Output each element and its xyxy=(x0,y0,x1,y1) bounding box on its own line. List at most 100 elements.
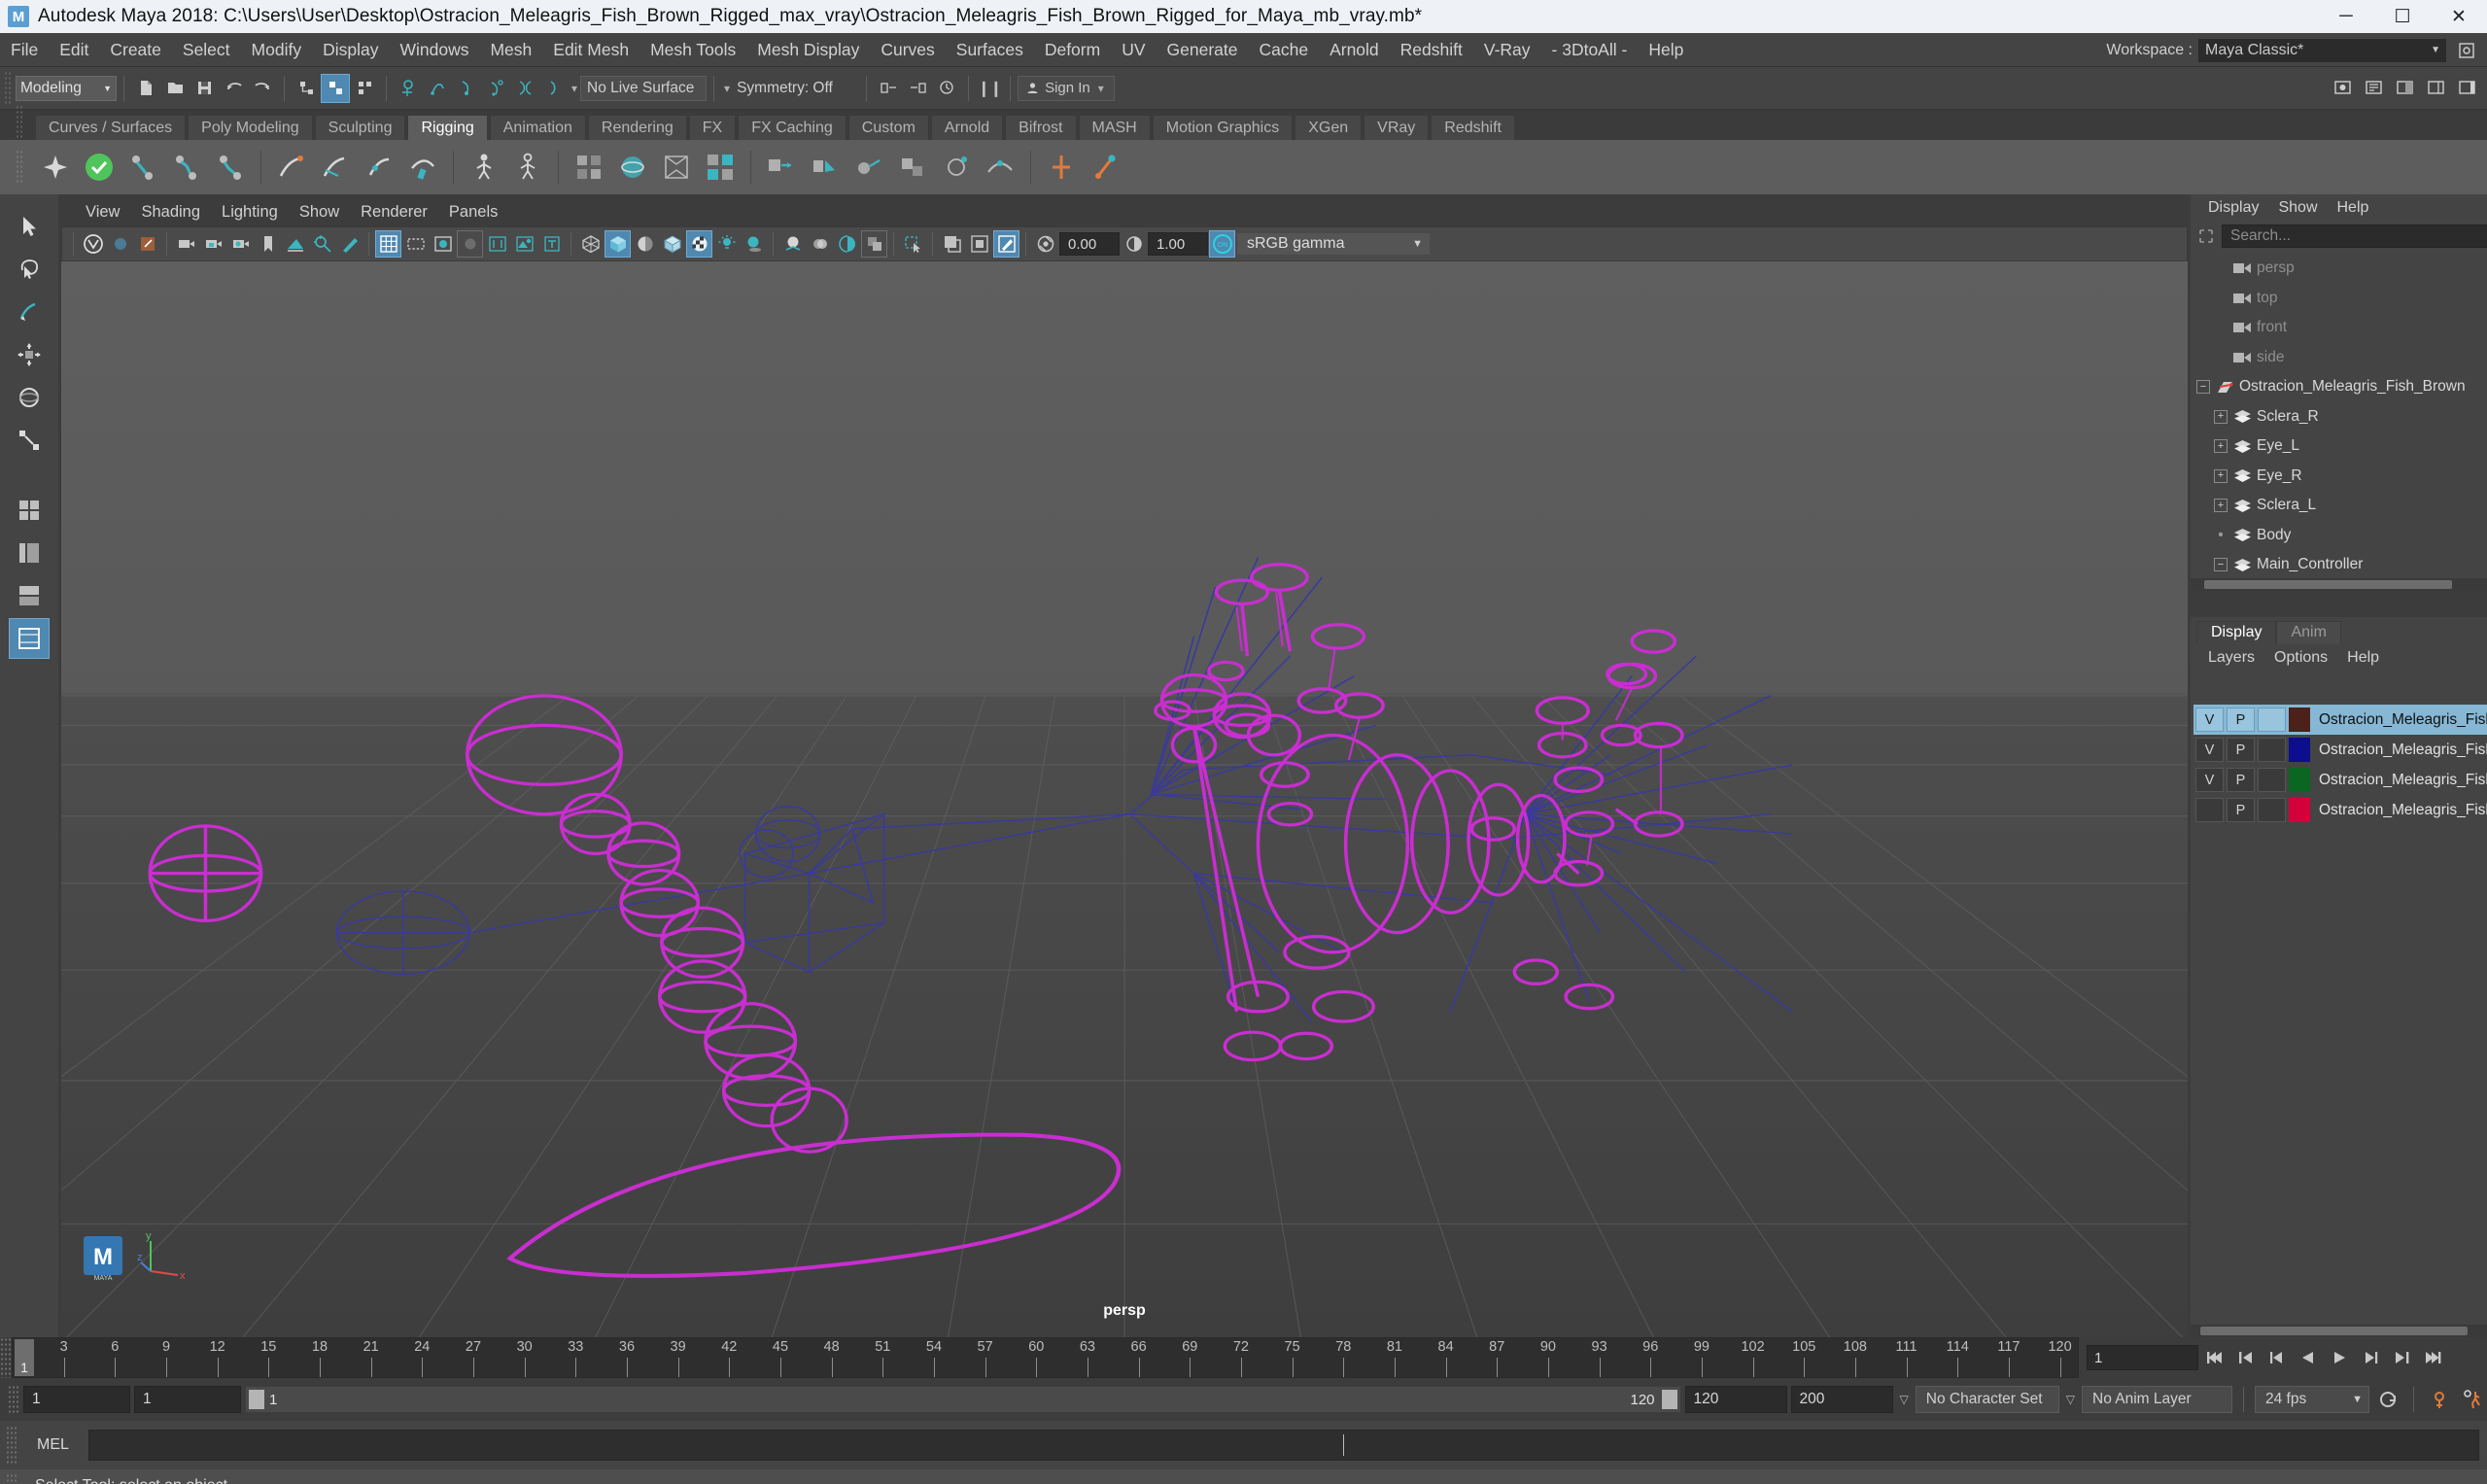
snap-to-point-icon[interactable] xyxy=(452,74,481,103)
attach-controller-icon[interactable] xyxy=(1085,147,1125,188)
layout-single-perspective-button[interactable] xyxy=(9,618,50,659)
exposure-field[interactable]: 0.00 xyxy=(1059,232,1120,256)
layer-display-type-toggle[interactable] xyxy=(2258,768,2286,792)
blend-shape-icon[interactable] xyxy=(700,147,741,188)
layer-playback-toggle[interactable]: P xyxy=(2227,798,2255,822)
range-handle-left[interactable] xyxy=(249,1390,264,1409)
layer-visibility-toggle[interactable]: V xyxy=(2195,707,2224,732)
shelf-tab-poly-modeling[interactable]: Poly Modeling xyxy=(188,115,313,140)
menu-3dtoall[interactable]: - 3DtoAll - xyxy=(1541,33,1639,67)
lasso-select-tool-button[interactable] xyxy=(9,249,50,290)
open-scene-icon[interactable] xyxy=(160,74,190,103)
display-layer-row[interactable]: P Ostracion_Meleagris_Fish_Brown_Rigged xyxy=(2193,795,2487,825)
ik-spline-handle-icon[interactable] xyxy=(166,147,207,188)
geometry-constraint-icon[interactable] xyxy=(980,147,1020,188)
menu-curves[interactable]: Curves xyxy=(870,33,945,67)
shaded-wireframe-icon[interactable] xyxy=(659,230,685,258)
layer-color-swatch[interactable] xyxy=(2289,738,2310,762)
wireframe-icon[interactable] xyxy=(577,230,604,258)
color-space-dropdown[interactable]: sRGB gamma ▼ xyxy=(1236,232,1431,256)
step-back-frame-icon[interactable] xyxy=(2262,1344,2292,1371)
menu-generate[interactable]: Generate xyxy=(1157,33,1249,67)
shelf-tab-rendering[interactable]: Rendering xyxy=(587,115,687,140)
channel-box-icon[interactable] xyxy=(2421,74,2450,103)
motion-blur-icon[interactable] xyxy=(807,230,833,258)
snap-to-curve-icon[interactable] xyxy=(423,74,452,103)
color-toggle-on-icon[interactable]: ON xyxy=(1209,230,1235,258)
paint-skin-weights-icon[interactable] xyxy=(402,147,443,188)
layout-persp-graph-button[interactable] xyxy=(9,575,50,616)
2d-pan-zoom-icon[interactable] xyxy=(309,230,335,258)
shelf-tab-motion-graphics[interactable]: Motion Graphics xyxy=(1152,115,1294,140)
layer-visibility-toggle[interactable] xyxy=(2195,798,2224,822)
menu-edit[interactable]: Edit xyxy=(49,33,99,67)
image-plane-icon[interactable] xyxy=(282,230,308,258)
layer-display-type-toggle[interactable] xyxy=(2258,798,2286,822)
viewport-menu-shading[interactable]: Shading xyxy=(130,203,211,222)
open-render-view-icon[interactable] xyxy=(2328,74,2357,103)
menu-uv[interactable]: UV xyxy=(1111,33,1156,67)
layer-playback-toggle[interactable]: P xyxy=(2227,707,2255,732)
pole-vector-constraint-icon[interactable] xyxy=(936,147,977,188)
layer-playback-toggle[interactable]: P xyxy=(2227,768,2255,792)
shelf-tab-redshift[interactable]: Redshift xyxy=(1431,115,1515,140)
workspace-dropdown[interactable]: Maya Classic* ▼ xyxy=(2198,38,2446,62)
menu-mesh-display[interactable]: Mesh Display xyxy=(746,33,870,67)
step-forward-key-icon[interactable] xyxy=(2387,1344,2416,1371)
viewport-menu-view[interactable]: View xyxy=(75,203,130,222)
create-deformer-handle-icon[interactable] xyxy=(1041,147,1082,188)
outliner-horizontal-scrollbar[interactable] xyxy=(2191,578,2487,591)
anim-start-field[interactable]: 1 xyxy=(134,1386,241,1413)
chevron-down-icon[interactable]: ▾ xyxy=(721,82,733,95)
tool-settings-icon[interactable] xyxy=(2359,74,2388,103)
shadows-icon[interactable] xyxy=(741,230,767,258)
menu-modify[interactable]: Modify xyxy=(241,33,313,67)
aim-constraint-icon[interactable] xyxy=(848,147,889,188)
chevron-down-icon[interactable]: ▽ xyxy=(2063,1393,2078,1406)
menu-edit-mesh[interactable]: Edit Mesh xyxy=(542,33,639,67)
layer-tab-display[interactable]: Display xyxy=(2196,621,2277,644)
select-hierarchy-icon[interactable] xyxy=(292,74,321,103)
expand-icon[interactable]: + xyxy=(2214,409,2228,424)
redo-icon[interactable] xyxy=(248,74,277,103)
sign-in-button[interactable]: Sign In ▾ xyxy=(1018,75,1115,101)
gamma-icon[interactable] xyxy=(1121,230,1147,258)
display-layer-row[interactable]: VP Ostracion_Meleagris_Fish_Brown_Bones xyxy=(2193,735,2487,765)
outliner-item[interactable]: − Main_Controller xyxy=(2191,550,2487,578)
new-scene-icon[interactable] xyxy=(131,74,160,103)
color-management-icon[interactable] xyxy=(993,230,1019,258)
time-slider-cursor[interactable]: 1 xyxy=(15,1339,34,1376)
display-layer-row[interactable]: VP Ostracion_Meleagris_Fish_Brown_Helpers xyxy=(2193,765,2487,795)
ik-handle-icon[interactable] xyxy=(122,147,163,188)
text-overlay-icon[interactable] xyxy=(538,230,565,258)
viewport-menu-lighting[interactable]: Lighting xyxy=(211,203,289,222)
hik-definition-icon[interactable] xyxy=(507,147,548,188)
show-hide-panel-icon[interactable] xyxy=(2452,74,2481,103)
select-component-icon[interactable] xyxy=(350,74,379,103)
play-backwards-icon[interactable] xyxy=(2294,1344,2323,1371)
start-time-field[interactable]: 1 xyxy=(23,1386,130,1413)
make-live-icon[interactable] xyxy=(539,74,569,103)
outliner-item[interactable]: + Sclera_R xyxy=(2191,402,2487,432)
gate-mask-icon[interactable] xyxy=(457,230,483,258)
ik-rp-handle-icon[interactable] xyxy=(210,147,251,188)
smooth-shade-all-icon[interactable] xyxy=(604,230,631,258)
film-gate-icon[interactable] xyxy=(402,230,429,258)
time-slider-grip[interactable] xyxy=(0,1337,12,1378)
shelf-tab-custom[interactable]: Custom xyxy=(847,115,929,140)
interactive-bind-icon[interactable] xyxy=(359,147,399,188)
outliner-item[interactable]: top xyxy=(2191,284,2487,314)
time-slider-track[interactable]: 3 6 9 12 15 18 21 24 27 30 33 36 39 42 45 48 51 54 57 60 63 6… xyxy=(12,1337,2079,1378)
outliner-item[interactable]: persp xyxy=(2191,254,2487,284)
history-input-icon[interactable] xyxy=(874,74,903,103)
help-line-grip[interactable] xyxy=(6,1473,17,1484)
range-handle-right[interactable] xyxy=(1661,1390,1677,1409)
outliner-item[interactable]: side xyxy=(2191,343,2487,373)
rotate-tool-button[interactable] xyxy=(9,377,50,418)
shelf-tab-animation[interactable]: Animation xyxy=(489,115,586,140)
outliner-item[interactable]: − Ostracion_Meleagris_Fish_Brown xyxy=(2191,372,2487,402)
layer-tab-anim[interactable]: Anim xyxy=(2276,621,2341,644)
animation-preferences-icon[interactable] xyxy=(2458,1386,2487,1413)
bookmark-icon[interactable] xyxy=(255,230,281,258)
chevron-down-icon[interactable]: ▾ xyxy=(569,82,580,95)
